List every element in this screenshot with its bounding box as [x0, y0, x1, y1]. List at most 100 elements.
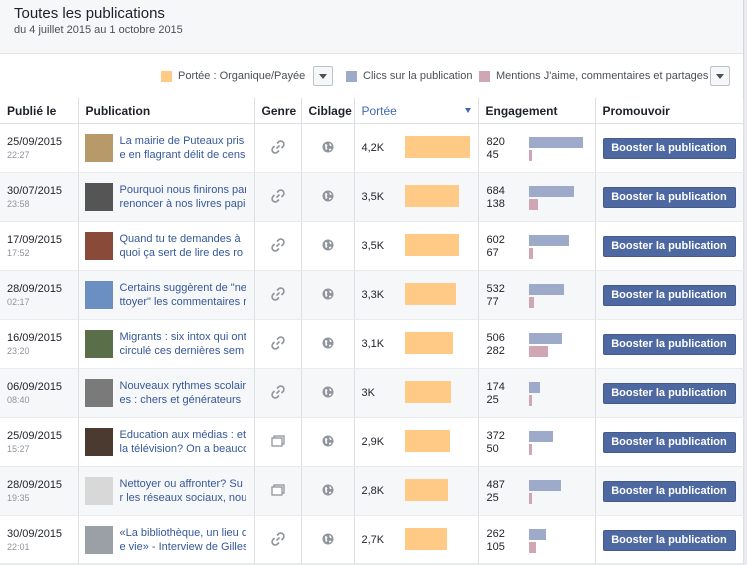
- post-date: 28/09/2015: [7, 283, 63, 295]
- post-time: 22:01: [7, 542, 30, 552]
- likes-bar: [528, 493, 532, 504]
- post-date: 25/09/2015: [7, 430, 63, 442]
- reach-cell: 3,5K: [354, 172, 479, 222]
- post-thumbnail[interactable]: [84, 428, 113, 456]
- date-range: du 4 juillet 2015 au 1 octobre 2015: [14, 24, 183, 36]
- engagement-cell: 602 67: [478, 221, 596, 271]
- reach-cell: 2,9K: [354, 417, 479, 467]
- globe-icon: [322, 533, 334, 548]
- post-title-link[interactable]: Nouveaux rythmes scolair es : chers et gé…: [120, 379, 246, 407]
- reach-bar: [404, 136, 470, 158]
- clicks-bar: [528, 333, 562, 344]
- promote-cell: Booster la publication: [595, 123, 744, 173]
- clicks-bar: [528, 480, 561, 491]
- ciblage-cell: [301, 172, 355, 222]
- post-date: 30/09/2015: [7, 528, 63, 540]
- post-thumbnail[interactable]: [84, 232, 113, 260]
- publication-cell: Quand tu te demandes à quoi ça sert de li…: [78, 221, 255, 271]
- table-row: 30/09/2015 22:01 «La bibliothèque, un lieu…: [0, 515, 744, 565]
- post-title-line1: Quand tu te demandes à: [119, 233, 241, 245]
- clicks-value: 174: [486, 381, 505, 393]
- post-title-link[interactable]: «La bibliothèque, un lieu d e vie» - Inte…: [120, 526, 246, 554]
- post-title-link[interactable]: Nettoyer ou affronter? Su r les réseaux s…: [120, 477, 246, 505]
- promote-cell: Booster la publication: [595, 466, 744, 516]
- reach-value: 3,3K: [361, 289, 385, 301]
- reach-bar: [404, 528, 447, 550]
- publication-cell: La mairie de Puteaux pris e en flagrant d…: [78, 123, 255, 173]
- genre-cell: [254, 417, 302, 467]
- post-title-line2: renoncer à nos livres papi: [119, 198, 246, 210]
- post-thumbnail[interactable]: [84, 134, 113, 162]
- table-row: 28/09/2015 19:35 Nettoyer ou affronter? Su…: [0, 466, 744, 516]
- globe-icon: [322, 386, 334, 401]
- boost-post-button[interactable]: Booster la publication: [602, 284, 736, 306]
- likes-value: 50: [486, 443, 499, 455]
- post-title-line1: Pourquoi nous finirons par: [119, 184, 246, 196]
- publication-cell: «La bibliothèque, un lieu d e vie» - Inte…: [78, 515, 255, 565]
- genre-cell: [254, 319, 302, 369]
- reach-bar: [404, 332, 453, 354]
- col-publication-header[interactable]: Publication: [78, 98, 255, 124]
- post-time: 23:58: [7, 199, 30, 209]
- post-date: 25/09/2015: [7, 136, 63, 148]
- date-cell: 16/09/2015 23:20: [0, 319, 79, 369]
- col-ciblage-header[interactable]: Ciblage: [301, 98, 355, 124]
- post-title-link[interactable]: Quand tu te demandes à quoi ça sert de li…: [120, 232, 246, 260]
- engagement-dropdown-button[interactable]: [710, 66, 730, 86]
- ciblage-cell: [301, 221, 355, 271]
- genre-cell: [254, 172, 302, 222]
- boost-post-button[interactable]: Booster la publication: [602, 186, 736, 208]
- post-thumbnail[interactable]: [84, 183, 113, 211]
- reach-cell: 4,2K: [354, 123, 479, 173]
- boost-post-button[interactable]: Booster la publication: [602, 382, 736, 404]
- engagement-cell: 174 25: [478, 368, 596, 418]
- engagement-cell: 532 77: [478, 270, 596, 320]
- likes-bar: [528, 248, 533, 259]
- post-title-link[interactable]: Certains suggèrent de "ne ttoyer" les com…: [120, 281, 246, 309]
- boost-post-button[interactable]: Booster la publication: [602, 431, 736, 453]
- reach-dropdown-button[interactable]: [313, 66, 333, 86]
- post-time: 08:40: [7, 395, 30, 405]
- date-cell: 28/09/2015 02:17: [0, 270, 79, 320]
- col-engagement-header[interactable]: Engagement: [478, 98, 596, 124]
- publication-cell: Nettoyer ou affronter? Su r les réseaux s…: [78, 466, 255, 516]
- photo-icon: [270, 483, 285, 499]
- post-title-line2: r les réseaux sociaux, nou: [119, 492, 246, 504]
- page-title: Toutes les publications: [14, 5, 165, 22]
- boost-post-button[interactable]: Booster la publication: [602, 529, 736, 551]
- post-thumbnail[interactable]: [84, 379, 113, 407]
- legend-likes: Mentions J'aime, commentaires et partage…: [479, 70, 708, 82]
- post-thumbnail[interactable]: [84, 330, 113, 358]
- col-genre-header[interactable]: Genre: [254, 98, 302, 124]
- date-cell: 28/09/2015 19:35: [0, 466, 79, 516]
- post-title-line1: La mairie de Puteaux pris: [119, 135, 245, 147]
- boost-post-button[interactable]: Booster la publication: [602, 137, 736, 159]
- table-row: 28/09/2015 02:17 Certains suggèrent de "ne…: [0, 270, 744, 320]
- boost-post-button[interactable]: Booster la publication: [602, 333, 736, 355]
- post-thumbnail[interactable]: [84, 477, 113, 505]
- reach-cell: 3,5K: [354, 221, 479, 271]
- legend-reach: Portée : Organique/Payée: [161, 70, 305, 82]
- boost-post-button[interactable]: Booster la publication: [602, 480, 736, 502]
- likes-bar: [528, 199, 538, 210]
- post-title-line2: ttoyer" les commentaires r: [119, 296, 246, 308]
- promote-cell: Booster la publication: [595, 515, 744, 565]
- reach-bar: [404, 479, 448, 501]
- col-portee-header[interactable]: Portée: [354, 98, 479, 124]
- post-date: 28/09/2015: [7, 479, 63, 491]
- globe-icon: [322, 239, 334, 254]
- post-title-link[interactable]: Migrants : six intox qui ont circulé ces …: [120, 330, 246, 358]
- boost-post-button[interactable]: Booster la publication: [602, 235, 736, 257]
- post-time: 15:27: [7, 444, 30, 454]
- post-title-link[interactable]: La mairie de Puteaux pris e en flagrant d…: [120, 134, 246, 162]
- clicks-bar: [528, 284, 564, 295]
- post-title-link[interactable]: Pourquoi nous finirons par renoncer à nos…: [120, 183, 246, 211]
- reach-value: 3,1K: [361, 338, 385, 350]
- post-title-link[interactable]: Education aux médias : et la télévision? …: [120, 428, 246, 456]
- post-thumbnail[interactable]: [84, 281, 113, 309]
- clicks-value: 506: [486, 332, 505, 344]
- col-date-header[interactable]: Publié le: [0, 98, 79, 124]
- reach-value: 2,7K: [361, 534, 385, 546]
- legend-clicks: Clics sur la publication: [346, 70, 472, 82]
- post-thumbnail[interactable]: [84, 526, 113, 554]
